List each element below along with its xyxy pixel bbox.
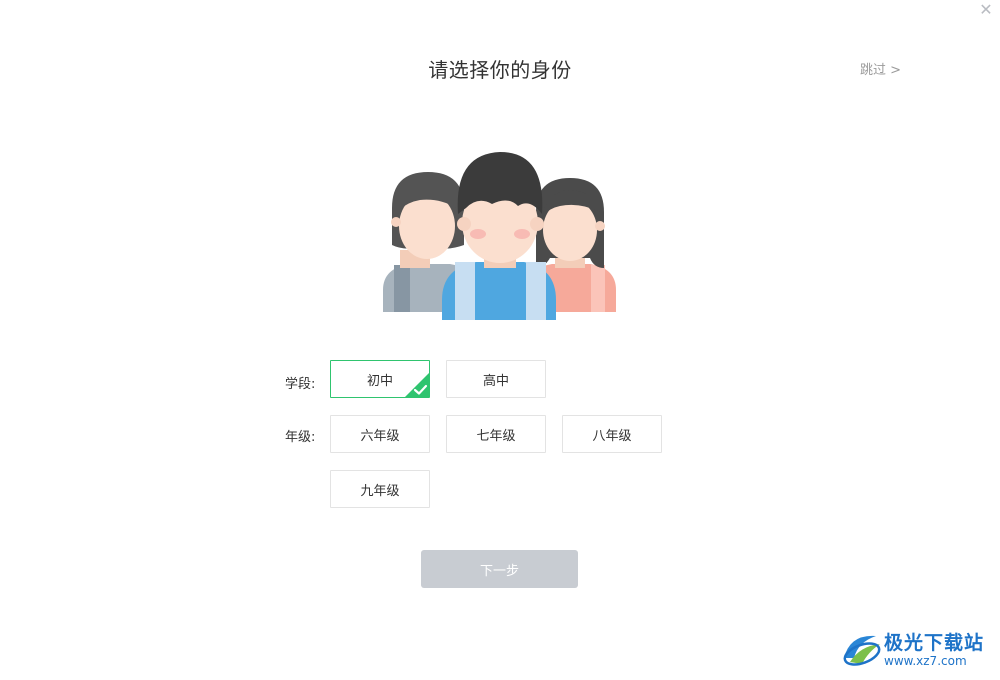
grade-option-label: 八年级 xyxy=(592,428,632,444)
stage-option-senior-high[interactable]: 高中 xyxy=(446,360,546,398)
watermark-logo-icon xyxy=(843,635,881,666)
watermark-title: 极光下载站 xyxy=(884,632,985,654)
watermark-url: www.xz7.com xyxy=(884,654,967,668)
skip-link[interactable]: 跳过 > xyxy=(860,59,901,78)
grade-option-9[interactable]: 九年级 xyxy=(330,470,430,508)
grade-option-6[interactable]: 六年级 xyxy=(330,415,430,453)
stage-option-junior-high[interactable]: 初中 xyxy=(330,360,430,398)
check-icon xyxy=(405,373,429,397)
stage-option-label: 初中 xyxy=(366,373,393,389)
grade-option-8[interactable]: 八年级 xyxy=(562,415,662,453)
grade-option-label: 六年级 xyxy=(360,428,400,444)
stage-option-label: 高中 xyxy=(482,373,509,389)
stage-label: 学段: xyxy=(285,377,316,392)
next-step-button[interactable]: 下一步 xyxy=(421,550,578,588)
page-title: 请选择你的身份 xyxy=(428,58,572,82)
grade-option-label: 九年级 xyxy=(360,483,400,499)
close-icon[interactable]: ✕ xyxy=(978,2,994,18)
watermark: 极光下载站 www.xz7.com xyxy=(840,626,995,676)
grade-option-7[interactable]: 七年级 xyxy=(446,415,546,453)
grade-label: 年级: xyxy=(285,430,316,445)
grade-option-label: 七年级 xyxy=(476,428,516,444)
students-illustration xyxy=(383,152,616,320)
